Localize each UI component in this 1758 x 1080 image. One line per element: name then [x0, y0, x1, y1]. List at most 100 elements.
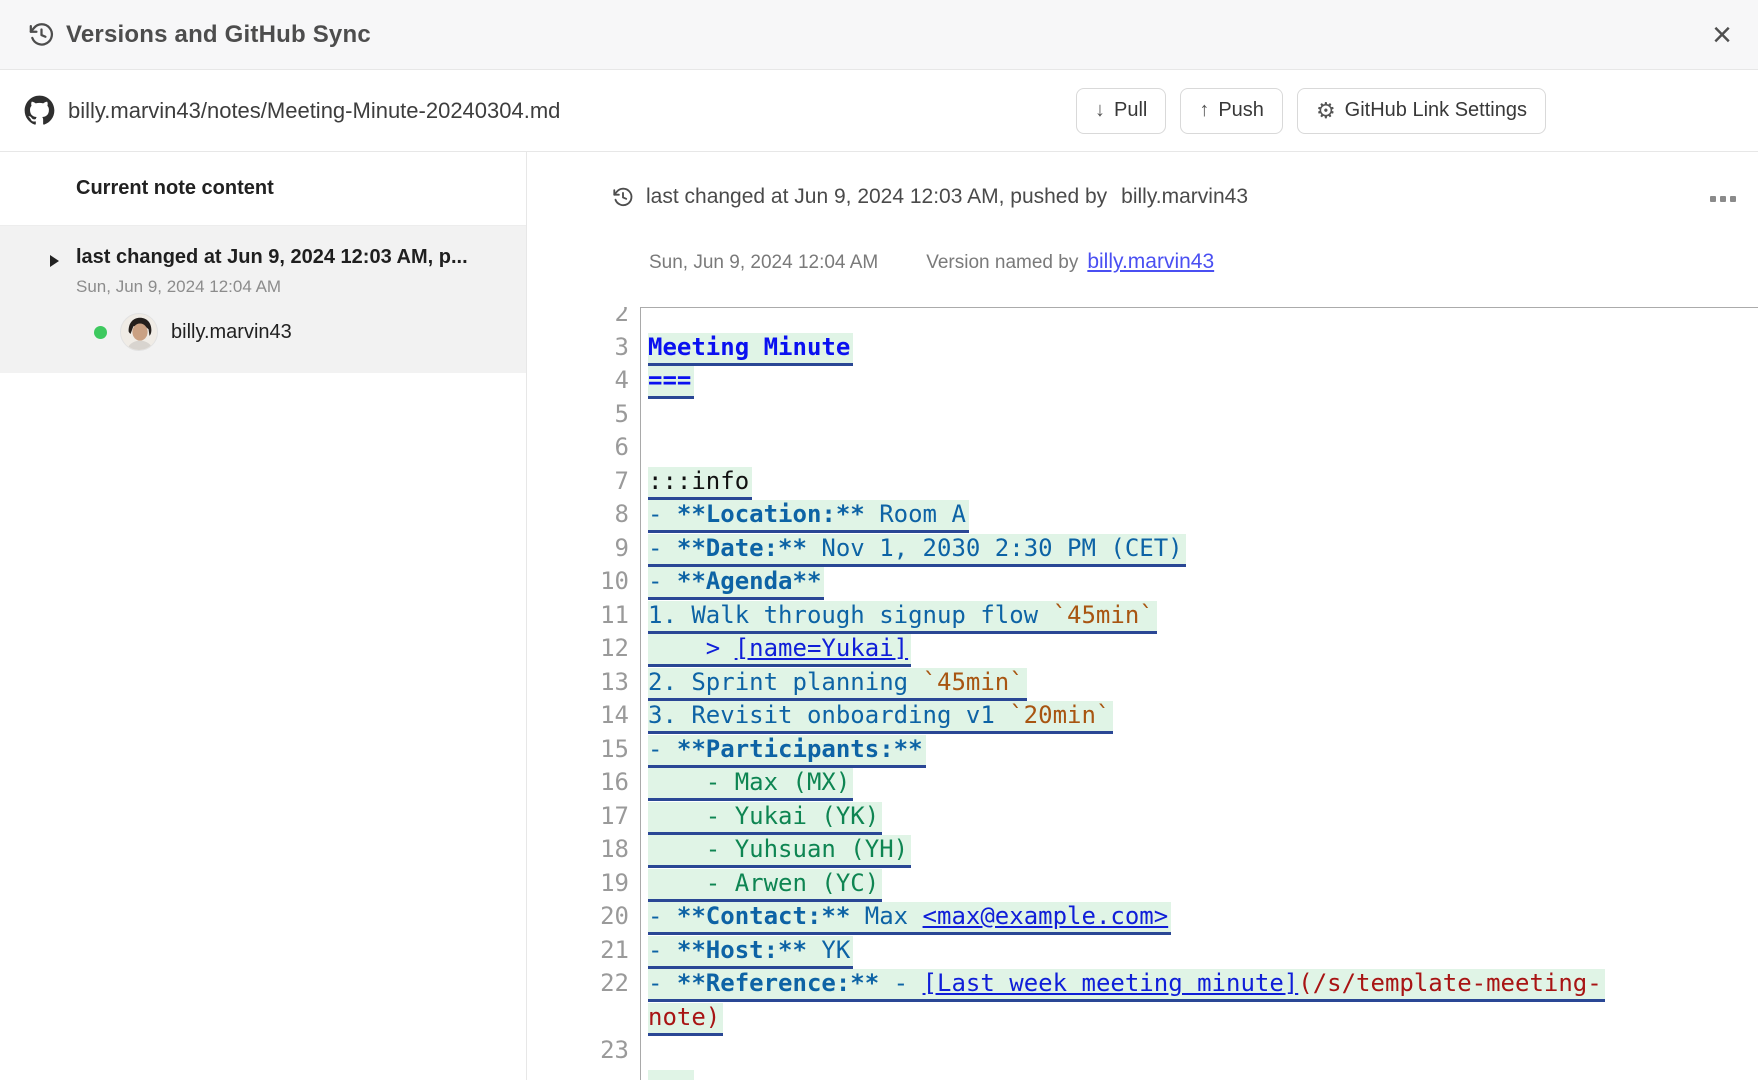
line-number	[528, 1001, 640, 1035]
gear-icon: ⚙	[1316, 100, 1336, 122]
code-row: 15- **Participants:**	[528, 733, 1758, 767]
github-link-settings-button[interactable]: ⚙ GitHub Link Settings	[1297, 88, 1546, 134]
history-icon-small	[612, 186, 634, 208]
line-number: 17	[528, 800, 640, 834]
close-icon[interactable]: ×	[1712, 18, 1732, 52]
code-row	[528, 1068, 1758, 1080]
line-number: 6	[528, 431, 640, 465]
line-number: 22	[528, 967, 640, 1001]
line-number: 16	[528, 766, 640, 800]
code-line-text: > [name=Yukai]	[640, 632, 1758, 666]
pull-button-label: Pull	[1114, 99, 1147, 122]
push-button[interactable]: ↑ Push	[1180, 88, 1283, 134]
line-number: 23	[528, 1034, 640, 1068]
version-meta-row: Sun, Jun 9, 2024 12:04 AM Version named …	[649, 250, 1214, 274]
modal-header: Versions and GitHub Sync ×	[0, 0, 1758, 70]
more-options-icon[interactable]	[1706, 192, 1740, 206]
version-detail-panel: last changed at Jun 9, 2024 12:03 AM, pu…	[528, 152, 1758, 1080]
avatar	[120, 313, 158, 351]
arrow-down-icon: ↓	[1095, 99, 1105, 122]
code-line-text: - Yukai (YK)	[640, 800, 1758, 834]
line-number: 19	[528, 867, 640, 901]
code-line-text: 2. Sprint planning `45min`	[640, 666, 1758, 700]
code-line-text	[640, 1068, 1758, 1080]
code-row: 16 - Max (MX)	[528, 766, 1758, 800]
modal-title: Versions and GitHub Sync	[66, 21, 371, 49]
code-row: 132. Sprint planning `45min`	[528, 666, 1758, 700]
github-link-settings-label: GitHub Link Settings	[1345, 99, 1527, 122]
code-row: 143. Revisit onboarding v1 `20min`	[528, 699, 1758, 733]
version-list-item-selected[interactable]: last changed at Jun 9, 2024 12:03 AM, p.…	[0, 226, 526, 373]
collapse-triangle-icon[interactable]	[50, 255, 59, 267]
github-icon	[24, 95, 55, 126]
line-number: 4	[528, 364, 640, 398]
code-line-text: - **Reference:** - [Last week meeting mi…	[640, 967, 1758, 1001]
code-line-text	[640, 1034, 1758, 1068]
code-row: 3Meeting Minute	[528, 331, 1758, 365]
code-line-text: 3. Revisit onboarding v1 `20min`	[640, 699, 1758, 733]
github-path-row: billy.marvin43/notes/Meeting-Minute-2024…	[0, 70, 1758, 152]
line-number: 2	[528, 307, 640, 331]
version-named-by-label: Version named by	[926, 252, 1078, 274]
version-named-by-user-link[interactable]: billy.marvin43	[1087, 250, 1214, 274]
editor-top-border	[640, 307, 1758, 308]
code-line-text	[640, 398, 1758, 432]
code-line-text	[640, 307, 1758, 331]
line-number	[528, 1068, 640, 1080]
code-line-text: - **Location:** Room A	[640, 498, 1758, 532]
code-row: 6	[528, 431, 1758, 465]
line-number: 15	[528, 733, 640, 767]
code-editor[interactable]: 23Meeting Minute4===567:::info8- **Locat…	[528, 307, 1758, 1080]
code-line-text: Meeting Minute	[640, 331, 1758, 365]
code-line-text: - **Agenda**	[640, 565, 1758, 599]
note-file-path: billy.marvin43/notes/Meeting-Minute-2024…	[68, 98, 560, 124]
code-row: 7:::info	[528, 465, 1758, 499]
online-status-dot	[94, 326, 107, 339]
code-line-text: - **Date:** Nov 1, 2030 2:30 PM (CET)	[640, 532, 1758, 566]
line-number: 13	[528, 666, 640, 700]
code-row: 10- **Agenda**	[528, 565, 1758, 599]
code-row: 9- **Date:** Nov 1, 2030 2:30 PM (CET)	[528, 532, 1758, 566]
history-icon	[28, 21, 55, 48]
code-row: note)	[528, 1001, 1758, 1035]
versions-sync-modal: Versions and GitHub Sync × billy.marvin4…	[0, 0, 1758, 1080]
code-row: 21- **Host:** YK	[528, 934, 1758, 968]
pull-button[interactable]: ↓ Pull	[1076, 88, 1166, 134]
version-title-username: billy.marvin43	[1121, 185, 1248, 209]
line-number: 21	[528, 934, 640, 968]
line-number: 20	[528, 900, 640, 934]
version-detail-header: last changed at Jun 9, 2024 12:03 AM, pu…	[612, 185, 1248, 209]
code-row: 23	[528, 1034, 1758, 1068]
code-line-text: - Arwen (YC)	[640, 867, 1758, 901]
version-title: last changed at Jun 9, 2024 12:03 AM, pu…	[646, 185, 1107, 209]
version-item-title: last changed at Jun 9, 2024 12:03 AM, p.…	[76, 246, 506, 269]
code-row: 111. Walk through signup flow `45min`	[528, 599, 1758, 633]
code-line-text: - Max (MX)	[640, 766, 1758, 800]
version-item-date: Sun, Jun 9, 2024 12:04 AM	[76, 277, 506, 297]
code-row: 17 - Yukai (YK)	[528, 800, 1758, 834]
code-line-text: :::info	[640, 465, 1758, 499]
code-line-text: - Yuhsuan (YH)	[640, 833, 1758, 867]
code-line-text: - **Host:** YK	[640, 934, 1758, 968]
line-number: 14	[528, 699, 640, 733]
line-number: 5	[528, 398, 640, 432]
line-number: 11	[528, 599, 640, 633]
line-number: 8	[528, 498, 640, 532]
arrow-up-icon: ↑	[1199, 99, 1209, 122]
version-date: Sun, Jun 9, 2024 12:04 AM	[649, 252, 878, 274]
code-line-text	[640, 431, 1758, 465]
line-number: 7	[528, 465, 640, 499]
version-item-username: billy.marvin43	[171, 321, 292, 344]
code-lines: 23Meeting Minute4===567:::info8- **Locat…	[528, 307, 1758, 1080]
code-line-text: - **Participants:**	[640, 733, 1758, 767]
version-item-user-row: billy.marvin43	[94, 313, 506, 351]
gutter-divider	[640, 307, 641, 1080]
code-row: 20- **Contact:** Max <max@example.com>	[528, 900, 1758, 934]
code-row: 5	[528, 398, 1758, 432]
code-row: 2	[528, 307, 1758, 331]
code-line-text: note)	[640, 1001, 1758, 1035]
sidebar-header: Current note content	[0, 152, 526, 226]
code-row: 22- **Reference:** - [Last week meeting …	[528, 967, 1758, 1001]
line-number: 10	[528, 565, 640, 599]
line-number: 12	[528, 632, 640, 666]
